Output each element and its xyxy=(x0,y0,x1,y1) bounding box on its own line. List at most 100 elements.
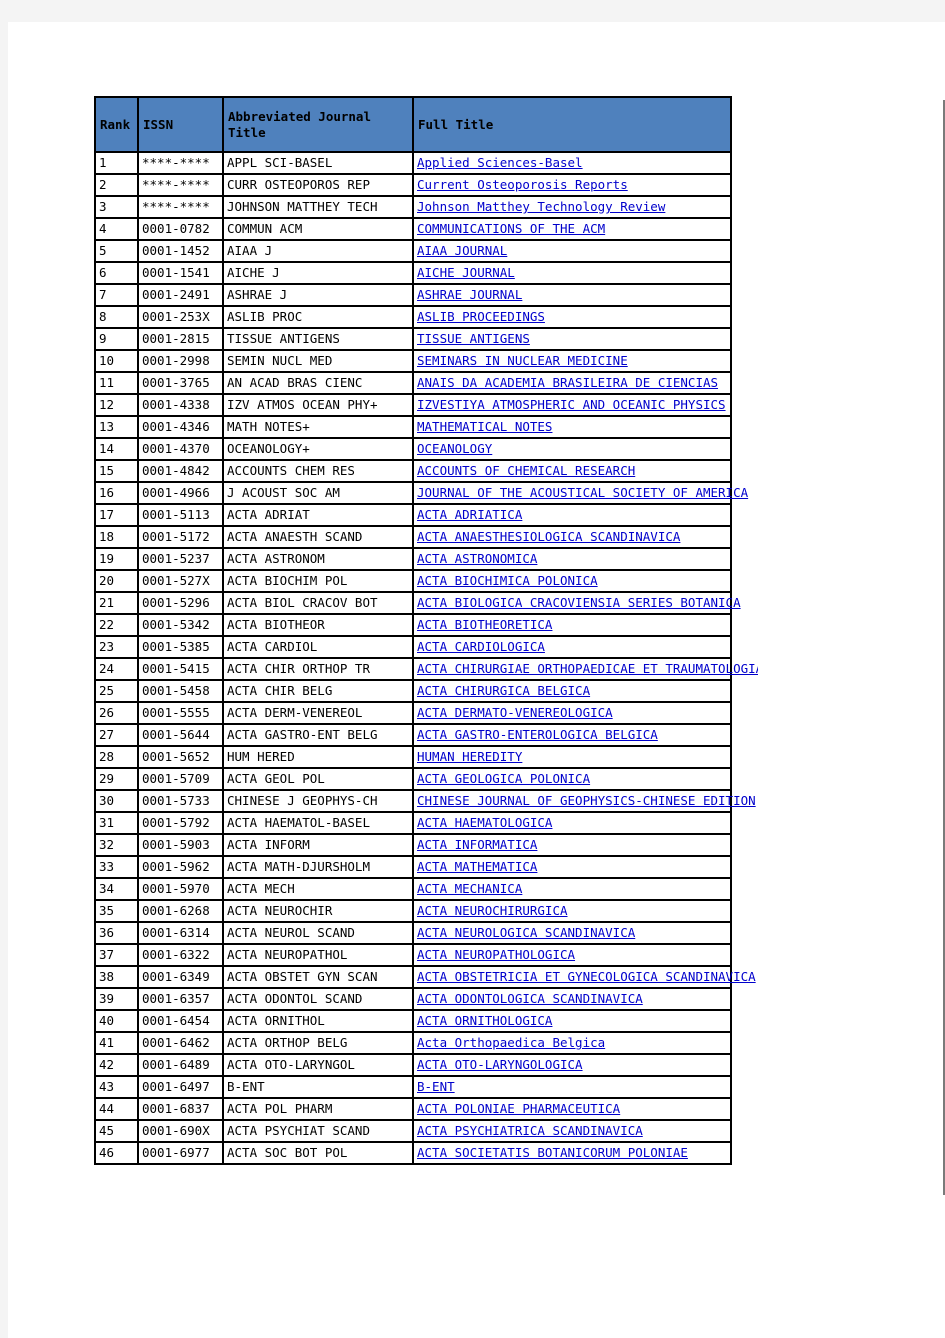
cell-issn: 0001-6977 xyxy=(137,1141,224,1165)
cell-rank: 10 xyxy=(94,349,139,373)
cell-issn: 0001-6837 xyxy=(137,1097,224,1121)
cell-abbreviated-title: ACTA CARDIOL xyxy=(222,635,414,659)
full-title-link[interactable]: Johnson Matthey Technology Review xyxy=(417,197,758,217)
table-row: 44 0001-6837 ACTA POL PHARM ACTA POLONIAE P… xyxy=(94,1097,732,1121)
full-title-link[interactable]: ACTA ORNITHOLOGICA xyxy=(417,1011,758,1031)
full-title-link[interactable]: COMMUNICATIONS OF THE ACM xyxy=(417,219,758,239)
full-title-link[interactable]: CHINESE JOURNAL OF GEOPHYSICS-CHINESE ED… xyxy=(417,791,758,811)
full-title-link[interactable]: SEMINARS IN NUCLEAR MEDICINE xyxy=(417,351,758,371)
cell-issn: 0001-5555 xyxy=(137,701,224,725)
full-title-link[interactable]: ACTA MECHANICA xyxy=(417,879,758,899)
table-row: 35 0001-6268 ACTA NEUROCHIR ACTA NEUROCHIRU… xyxy=(94,899,732,923)
full-title-link[interactable]: ACTA ASTRONOMICA xyxy=(417,549,758,569)
cell-issn: 0001-4842 xyxy=(137,459,224,483)
full-title-link[interactable]: ACTA SOCIETATIS BOTANICORUM POLONIAE xyxy=(417,1143,758,1163)
cell-issn: 0001-527X xyxy=(137,569,224,593)
full-title-link[interactable]: ASLIB PROCEEDINGS xyxy=(417,307,758,327)
cell-full-title: JOURNAL OF THE ACOUSTICAL SOCIETY OF AME… xyxy=(412,481,748,505)
cell-rank: 41 xyxy=(94,1031,139,1055)
full-title-link[interactable]: ANAIS DA ACADEMIA BRASILEIRA DE CIENCIAS xyxy=(417,373,758,393)
table-row: 5 0001-1452 AIAA J AIAA JOURNAL xyxy=(94,239,732,263)
cell-full-title: ACTA ANAESTHESIOLOGICA SCANDINAVICA xyxy=(412,525,732,549)
full-title-link[interactable]: AIAA JOURNAL xyxy=(417,241,758,261)
cell-issn: 0001-3765 xyxy=(137,371,224,395)
full-title-link[interactable]: ACTA HAEMATOLOGICA xyxy=(417,813,758,833)
full-title-link[interactable]: ACTA CHIRURGICA BELGICA xyxy=(417,681,758,701)
full-title-link[interactable]: AICHE JOURNAL xyxy=(417,263,758,283)
full-title-link[interactable]: ACTA CARDIOLOGICA xyxy=(417,637,758,657)
full-title-link[interactable]: ACTA OTO-LARYNGOLOGICA xyxy=(417,1055,758,1075)
full-title-link[interactable]: JOURNAL OF THE ACOUSTICAL SOCIETY OF AME… xyxy=(417,483,758,503)
full-title-link[interactable]: Applied Sciences-Basel xyxy=(417,153,758,173)
cell-issn: 0001-4966 xyxy=(137,481,224,505)
full-title-link[interactable]: TISSUE ANTIGENS xyxy=(417,329,758,349)
cell-full-title: ACTA PSYCHIATRICA SCANDINAVICA xyxy=(412,1119,732,1143)
table-row: 43 0001-6497 B-ENT B-ENT xyxy=(94,1075,732,1099)
cell-issn: 0001-6322 xyxy=(137,943,224,967)
cell-full-title: ACTA POLONIAE PHARMACEUTICA xyxy=(412,1097,732,1121)
table-row: 32 0001-5903 ACTA INFORM ACTA INFORMATICA xyxy=(94,833,732,857)
table-body: 1 ****-**** APPL SCI-BASEL Applied Sciences… xyxy=(94,151,758,1165)
cell-full-title: TISSUE ANTIGENS xyxy=(412,327,732,351)
cell-abbreviated-title: ACTA OBSTET GYN SCAN xyxy=(222,965,414,989)
cell-abbreviated-title: SEMIN NUCL MED xyxy=(222,349,414,373)
table-row: 19 0001-5237 ACTA ASTRONOM ACTA ASTRONOMICA xyxy=(94,547,732,571)
full-title-link[interactable]: OCEANOLOGY xyxy=(417,439,758,459)
full-title-link[interactable]: ACTA CHIRURGIAE ORTHOPAEDICAE ET TRAUMAT… xyxy=(417,659,758,679)
cell-rank: 42 xyxy=(94,1053,139,1077)
table-row: 9 0001-2815 TISSUE ANTIGENS TISSUE ANTIGENS xyxy=(94,327,732,351)
cell-issn: 0001-1452 xyxy=(137,239,224,263)
full-title-link[interactable]: ACTA NEUROLOGICA SCANDINAVICA xyxy=(417,923,758,943)
full-title-link[interactable]: ACTA ODONTOLOGICA SCANDINAVICA xyxy=(417,989,758,1009)
cell-abbreviated-title: AN ACAD BRAS CIENC xyxy=(222,371,414,395)
cell-rank: 3 xyxy=(94,195,139,219)
table-row: 14 0001-4370 OCEANOLOGY+ OCEANOLOGY xyxy=(94,437,732,461)
full-title-link[interactable]: ACTA BIOTHEORETICA xyxy=(417,615,758,635)
cell-abbreviated-title: ACTA GEOL POL xyxy=(222,767,414,791)
cell-rank: 11 xyxy=(94,371,139,395)
full-title-link[interactable]: MATHEMATICAL NOTES xyxy=(417,417,758,437)
cell-full-title: SEMINARS IN NUCLEAR MEDICINE xyxy=(412,349,732,373)
full-title-link[interactable]: ACTA DERMATO-VENEREOLOGICA xyxy=(417,703,758,723)
full-title-link[interactable]: ACTA OBSTETRICIA ET GYNECOLOGICA SCANDIN… xyxy=(417,967,758,987)
full-title-link[interactable]: ASHRAE JOURNAL xyxy=(417,285,758,305)
column-header-issn[interactable]: ISSN xyxy=(137,96,224,153)
cell-issn: 0001-6497 xyxy=(137,1075,224,1099)
cell-abbreviated-title: ACCOUNTS CHEM RES xyxy=(222,459,414,483)
cell-full-title: AICHE JOURNAL xyxy=(412,261,732,285)
table-row: 21 0001-5296 ACTA BIOL CRACOV BOT ACTA BIOL… xyxy=(94,591,741,615)
full-title-link[interactable]: ACTA INFORMATICA xyxy=(417,835,758,855)
full-title-link[interactable]: ACTA BIOLOGICA CRACOVIENSIA SERIES BOTAN… xyxy=(417,593,758,613)
full-title-link[interactable]: ACTA PSYCHIATRICA SCANDINAVICA xyxy=(417,1121,758,1141)
full-title-link[interactable]: ACTA GEOLOGICA POLONICA xyxy=(417,769,758,789)
full-title-link[interactable]: ACTA ANAESTHESIOLOGICA SCANDINAVICA xyxy=(417,527,758,547)
full-title-link[interactable]: Current Osteoporosis Reports xyxy=(417,175,758,195)
full-title-link[interactable]: ACTA ADRIATICA xyxy=(417,505,758,525)
full-title-link[interactable]: ACTA POLONIAE PHARMACEUTICA xyxy=(417,1099,758,1119)
cell-full-title: OCEANOLOGY xyxy=(412,437,732,461)
document-page: Rank ISSN Abbreviated Journal Title Full… xyxy=(8,22,945,1338)
full-title-link[interactable]: Acta Orthopaedica Belgica xyxy=(417,1033,758,1053)
column-header-full-title[interactable]: Full Title xyxy=(412,96,732,153)
table-row: 4 0001-0782 COMMUN ACM COMMUNICATIONS OF TH… xyxy=(94,217,732,241)
cell-rank: 39 xyxy=(94,987,139,1011)
full-title-link[interactable]: ACTA GASTRO-ENTEROLOGICA BELGICA xyxy=(417,725,758,745)
cell-issn: ****-**** xyxy=(137,195,224,219)
cell-full-title: ACTA ODONTOLOGICA SCANDINAVICA xyxy=(412,987,732,1011)
cell-issn: 0001-5172 xyxy=(137,525,224,549)
cell-rank: 40 xyxy=(94,1009,139,1033)
cell-abbreviated-title: JOHNSON MATTHEY TECH xyxy=(222,195,414,219)
column-header-abbreviated-journal-title[interactable]: Abbreviated Journal Title xyxy=(222,96,414,153)
cell-issn: 0001-2491 xyxy=(137,283,224,307)
full-title-link[interactable]: ACCOUNTS OF CHEMICAL RESEARCH xyxy=(417,461,758,481)
full-title-link[interactable]: B-ENT xyxy=(417,1077,758,1097)
full-title-link[interactable]: ACTA BIOCHIMICA POLONICA xyxy=(417,571,758,591)
column-header-rank[interactable]: Rank xyxy=(94,96,139,153)
full-title-link[interactable]: ACTA MATHEMATICA xyxy=(417,857,758,877)
full-title-link[interactable]: IZVESTIYA ATMOSPHERIC AND OCEANIC PHYSIC… xyxy=(417,395,758,415)
full-title-link[interactable]: ACTA NEUROPATHOLOGICA xyxy=(417,945,758,965)
cell-issn: 0001-5385 xyxy=(137,635,224,659)
full-title-link[interactable]: HUMAN HEREDITY xyxy=(417,747,758,767)
cell-full-title: ACTA ADRIATICA xyxy=(412,503,732,527)
full-title-link[interactable]: ACTA NEUROCHIRURGICA xyxy=(417,901,758,921)
